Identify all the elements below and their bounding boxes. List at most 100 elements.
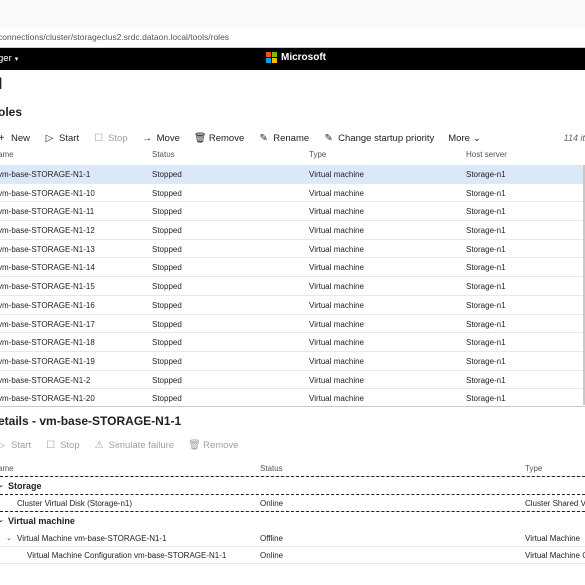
logo-square [266,58,271,63]
role-name: vm-base-STORAGE-N1-15 [0,282,95,292]
role-status: Stopped [152,188,182,198]
details-simulate-failure-button[interactable]: ⚠ Simulate failure [94,440,174,451]
toolbar-button-label: More [448,132,470,144]
toolbar-button-label: Remove [203,440,239,451]
table-row[interactable]: vm-base-STORAGE-N1-10 Stopped Virtual mach… [0,184,585,203]
role-host: Storage-n1 [466,244,506,254]
group-label: Storage [8,481,42,491]
role-type: Virtual machine [309,170,364,179]
toolbar-stop-button[interactable]: ☐ Stop [93,133,128,144]
manager-dropdown[interactable]: ger ▾ [0,53,18,64]
chevron-down-icon[interactable]: ⌄ [6,534,12,542]
role-name: vm-base-STORAGE-N1-16 [0,300,95,310]
pane-divider[interactable] [0,406,585,407]
role-type: Virtual machine [309,226,364,236]
trash-icon: 🗑 [188,440,201,451]
resource-name: Cluster Virtual Disk (Storage-n1) [17,499,133,508]
toolbar-new-button[interactable]: + New [0,133,30,144]
brand-label: Microsoft [281,52,326,63]
toolbar-button-label: Start [11,440,32,451]
toolbar-button-label: Stop [108,132,128,144]
chevron-down-icon[interactable]: ⌄ [0,481,4,489]
details-toolbar: ▷ Start ☐ Stop ⚠ Simulate failure 🗑 Remove [0,440,252,451]
column-header-status[interactable]: Status [260,464,283,473]
role-host: Storage-n1 [466,207,506,217]
resource-status: Online [260,499,284,508]
roles-table-header: ame Status Type Host server [0,150,585,165]
role-type: Virtual machine [309,207,364,217]
column-header-name[interactable]: ame [0,150,14,159]
table-row[interactable]: vm-base-STORAGE-N1-18 Stopped Virtual mach… [0,333,585,352]
column-header-status[interactable]: Status [152,150,175,159]
resource-type: Virtual Machine [525,534,580,543]
group-storage[interactable]: ⌄ Storage [0,477,585,494]
role-status: Stopped [152,282,182,292]
browser-window: connections/cluster/storageclus2.srdc.da… [0,0,585,585]
table-row[interactable]: vm-base-STORAGE-N1-14 Stopped Virtual mach… [0,258,585,278]
chevron-down-icon: ⌄ [472,132,481,144]
table-row[interactable]: vm-base-STORAGE-N1-16 Stopped Virtual mach… [0,296,585,315]
table-row[interactable]: vm-base-STORAGE-N1-19 Stopped Virtual mach… [0,352,585,371]
table-row[interactable]: vm-base-STORAGE-N1-2 Stopped Virtual machi… [0,371,585,390]
logo-square [266,52,271,57]
logo-square [272,52,277,57]
toolbar-button-label: Remove [208,132,245,144]
toolbar-button-label: Change startup priority [338,132,435,144]
table-row[interactable]: vm-base-STORAGE-N1-15 Stopped Virtual mach… [0,277,585,296]
item-count: 114 it [563,133,585,143]
play-icon: ▷ [0,440,6,451]
toolbar-button-label: Move [156,132,180,144]
role-name: vm-base-STORAGE-N1-11 [0,207,95,217]
microsoft-logo-icon [266,52,277,63]
column-header-host-server[interactable]: Host server [466,150,507,159]
role-name: vm-base-STORAGE-N1-12 [0,226,95,236]
role-status: Stopped [152,375,182,385]
role-type: Virtual machine [309,300,364,310]
main-content: l oles + New ▷ Start ☐ Stop → Move 🗑 Remove ✎ Renam… [0,70,585,585]
group-virtual-machine[interactable]: ⌄ Virtual machine [0,512,585,529]
role-host: Storage-n1 [466,394,506,404]
toolbar-remove-button[interactable]: 🗑 Remove [194,133,244,144]
table-row[interactable]: vm-base-STORAGE-N1-12 Stopped Virtual mach… [0,221,585,240]
role-host: Storage-n1 [466,300,506,310]
details-remove-button[interactable]: 🗑 Remove [188,440,238,451]
table-row[interactable]: vm-base-STORAGE-N1-17 Stopped Virtual mach… [0,315,585,334]
address-bar[interactable]: connections/cluster/storageclus2.srdc.da… [0,27,585,48]
details-row[interactable]: ⌄ Virtual Machine vm-base-STORAGE-N1-1 O… [0,529,585,547]
details-start-button[interactable]: ▷ Start [0,440,31,451]
role-host: Storage-n1 [466,170,506,179]
toolbar-button-label: Rename [273,132,310,144]
url-text[interactable]: connections/cluster/storageclus2.srdc.da… [0,32,229,42]
toolbar-start-button[interactable]: ▷ Start [44,133,79,144]
toolbar-move-button[interactable]: → Move [142,133,180,144]
details-row[interactable]: Cluster Virtual Disk (Storage-n1) Online… [0,494,585,512]
toolbar-button-label: Start [59,132,80,144]
toolbar-rename-button[interactable]: ✎ Rename [258,132,310,144]
details-table-header: ame Status Type [0,462,585,477]
roles-table-body: vm-base-STORAGE-N1-1 Stopped Virtual machi… [0,165,585,405]
details-row[interactable]: Virtual Machine Configuration vm-base-ST… [0,546,585,564]
column-header-type[interactable]: Type [525,464,542,473]
table-row[interactable]: vm-base-STORAGE-N1-13 Stopped Virtual mach… [0,240,585,259]
role-name: vm-base-STORAGE-N1-1 [0,170,91,179]
details-stop-button[interactable]: ☐ Stop [45,440,80,451]
table-row[interactable]: vm-base-STORAGE-N1-20 Stopped Virtual mach… [0,389,585,405]
role-name: vm-base-STORAGE-N1-2 [0,375,91,385]
resource-name: Virtual Machine Configuration vm-base-ST… [27,551,227,560]
column-header-name[interactable]: ame [0,464,14,473]
role-name: vm-base-STORAGE-N1-20 [0,394,95,404]
role-host: Storage-n1 [466,226,506,236]
toolbar-change-startup-priority-button[interactable]: ✎ Change startup priority [323,133,434,144]
column-header-type[interactable]: Type [309,150,326,159]
toolbar-more-button[interactable]: More ⌄ [448,133,481,144]
role-host: Storage-n1 [466,356,506,366]
resource-name: Virtual Machine vm-base-STORAGE-N1-1 [17,534,167,543]
roles-toolbar: + New ▷ Start ☐ Stop → Move 🗑 Remove ✎ Rename ✎ Chang… [0,130,495,146]
chevron-down-icon[interactable]: ⌄ [0,516,4,524]
table-row[interactable]: vm-base-STORAGE-N1-1 Stopped Virtual machi… [0,165,585,184]
role-host: Storage-n1 [466,188,506,198]
table-row[interactable]: vm-base-STORAGE-N1-11 Stopped Virtual mach… [0,202,585,222]
plus-icon: + [0,132,5,144]
role-host: Storage-n1 [466,263,506,273]
role-status: Stopped [152,319,182,329]
